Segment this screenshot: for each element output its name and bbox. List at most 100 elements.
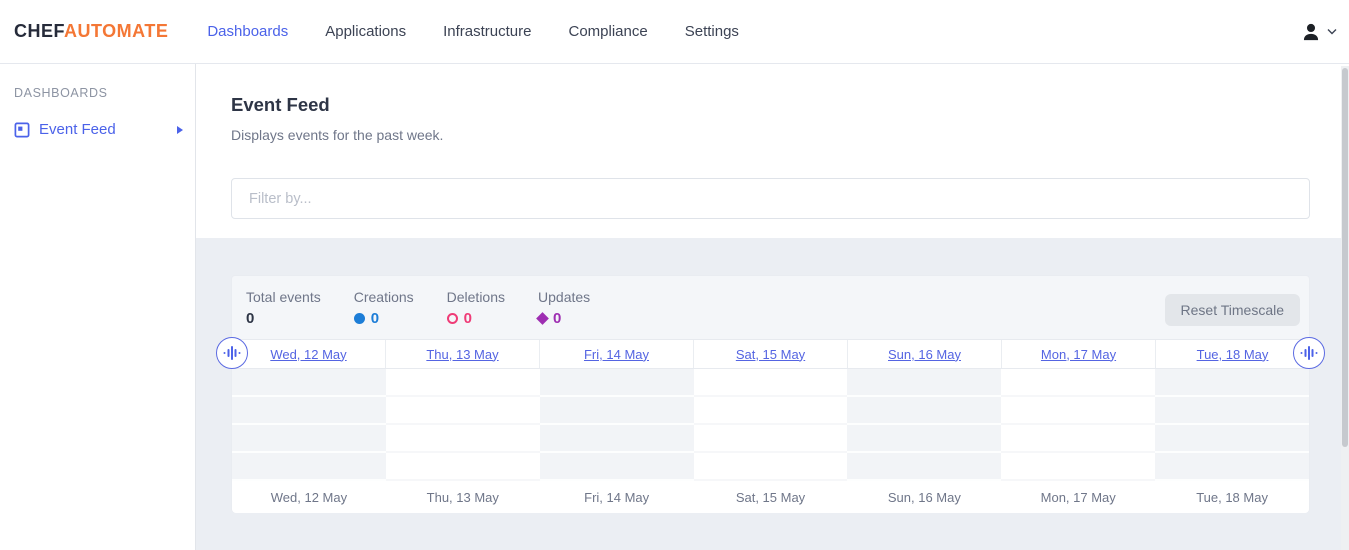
day-header-cell: Wed, 12 May	[232, 340, 386, 368]
timescale-right-handle[interactable]	[1293, 337, 1325, 369]
top-navigation: CHEFAUTOMATE Dashboards Applications Inf…	[0, 0, 1349, 64]
grid-cell	[694, 397, 848, 425]
grid-cell	[1155, 453, 1309, 481]
event-stats: Total events 0 Creations 0	[246, 289, 590, 327]
stat-item: Deletions 0	[447, 289, 505, 327]
grid-cell	[1155, 369, 1309, 397]
scrollbar-track[interactable]	[1341, 66, 1349, 550]
sidebar-item-event-feed[interactable]: Event Feed	[0, 115, 195, 144]
grid-cell	[1155, 425, 1309, 453]
day-header-cell: Tue, 18 May	[1156, 340, 1309, 368]
day-header-cell: Sun, 16 May	[848, 340, 1002, 368]
grid-cell	[847, 453, 1001, 481]
grid-cell	[540, 453, 694, 481]
sidebar-item-label: Event Feed	[39, 121, 116, 138]
grid-cell	[540, 425, 694, 453]
nav-menu: Dashboards Applications Infrastructure C…	[207, 23, 739, 41]
scrollbar-thumb[interactable]	[1342, 68, 1348, 447]
grid-cell	[1001, 397, 1155, 425]
stat-label: Creations	[354, 289, 414, 305]
stat-value: 0	[371, 310, 379, 327]
grid-cell	[540, 397, 694, 425]
day-header-cell: Sat, 15 May	[694, 340, 848, 368]
stat-marker-icon	[536, 312, 549, 325]
expand-arrow-icon[interactable]	[177, 126, 183, 134]
timeline-day-footer-row: Wed, 12 May Thu, 13 May Fri, 14 May Sat,…	[232, 481, 1309, 513]
logo-chef: CHEF	[14, 21, 64, 41]
nav-item[interactable]: Dashboards	[207, 23, 288, 40]
stat-item: Creations 0	[354, 289, 414, 327]
day-header-cell: Fri, 14 May	[540, 340, 694, 368]
grid-cell	[847, 425, 1001, 453]
timeline-grid-body	[232, 369, 1309, 481]
nav-item[interactable]: Infrastructure	[443, 23, 531, 40]
day-header-link[interactable]: Sun, 16 May	[888, 347, 961, 362]
filter-input[interactable]	[231, 178, 1310, 219]
nav-item[interactable]: Settings	[685, 23, 739, 40]
grid-cell	[1001, 453, 1155, 481]
equalizer-icon	[222, 343, 242, 363]
day-header-link[interactable]: Tue, 18 May	[1197, 347, 1269, 362]
grid-cell	[232, 425, 386, 453]
day-header-link[interactable]: Sat, 15 May	[736, 347, 805, 362]
grid-cell	[386, 453, 540, 481]
day-header-link[interactable]: Thu, 13 May	[426, 347, 498, 362]
nav-item[interactable]: Compliance	[569, 23, 648, 40]
grid-cell	[232, 397, 386, 425]
grid-cell	[1001, 369, 1155, 397]
day-footer-label: Wed, 12 May	[232, 481, 386, 513]
grid-column	[232, 369, 386, 481]
event-feed-panel: Total events 0 Creations 0	[196, 238, 1349, 550]
main-content: Event Feed Displays events for the past …	[196, 64, 1349, 550]
grid-column	[540, 369, 694, 481]
grid-column	[1155, 369, 1309, 481]
stat-value: 0	[464, 310, 472, 327]
stat-item: Updates 0	[538, 289, 590, 327]
stat-marker-icon	[447, 313, 458, 324]
logo-automate: AUTOMATE	[64, 21, 168, 41]
grid-cell	[386, 425, 540, 453]
stat-marker-icon	[354, 313, 365, 324]
nav-item[interactable]: Applications	[325, 23, 406, 40]
day-footer-label: Thu, 13 May	[386, 481, 540, 513]
user-menu-button[interactable]	[1300, 21, 1337, 43]
grid-column	[386, 369, 540, 481]
grid-cell	[694, 369, 848, 397]
reset-timescale-button[interactable]: Reset Timescale	[1165, 294, 1300, 326]
stat-label: Updates	[538, 289, 590, 305]
grid-cell	[232, 453, 386, 481]
grid-cell	[694, 453, 848, 481]
grid-column	[694, 369, 848, 481]
stat-value: 0	[553, 310, 561, 327]
grid-cell	[694, 425, 848, 453]
calendar-icon	[14, 122, 30, 138]
timeline-day-header-row: Wed, 12 May Thu, 13 May Fri, 14 May Sat,…	[232, 339, 1309, 369]
stat-label: Total events	[246, 289, 321, 305]
grid-column	[847, 369, 1001, 481]
page-subtitle: Displays events for the past week.	[231, 127, 1349, 143]
day-header-cell: Mon, 17 May	[1002, 340, 1156, 368]
stat-item: Total events 0	[246, 289, 321, 327]
grid-cell	[847, 369, 1001, 397]
grid-cell	[540, 369, 694, 397]
stat-value: 0	[246, 310, 254, 327]
day-footer-label: Tue, 18 May	[1155, 481, 1309, 513]
chef-automate-logo[interactable]: CHEFAUTOMATE	[14, 21, 168, 42]
event-timeline-card: Total events 0 Creations 0	[231, 275, 1310, 513]
stat-label: Deletions	[447, 289, 505, 305]
grid-cell	[1155, 397, 1309, 425]
person-icon	[1300, 21, 1322, 43]
day-header-link[interactable]: Fri, 14 May	[584, 347, 649, 362]
grid-column	[1001, 369, 1155, 481]
day-header-cell: Thu, 13 May	[386, 340, 540, 368]
day-header-link[interactable]: Mon, 17 May	[1041, 347, 1116, 362]
equalizer-icon	[1299, 343, 1319, 363]
day-footer-label: Mon, 17 May	[1001, 481, 1155, 513]
timescale-left-handle[interactable]	[216, 337, 248, 369]
chevron-down-icon	[1327, 28, 1337, 35]
day-footer-label: Sun, 16 May	[847, 481, 1001, 513]
day-footer-label: Sat, 15 May	[694, 481, 848, 513]
grid-cell	[232, 369, 386, 397]
day-header-link[interactable]: Wed, 12 May	[270, 347, 346, 362]
page-title: Event Feed	[231, 94, 1349, 116]
